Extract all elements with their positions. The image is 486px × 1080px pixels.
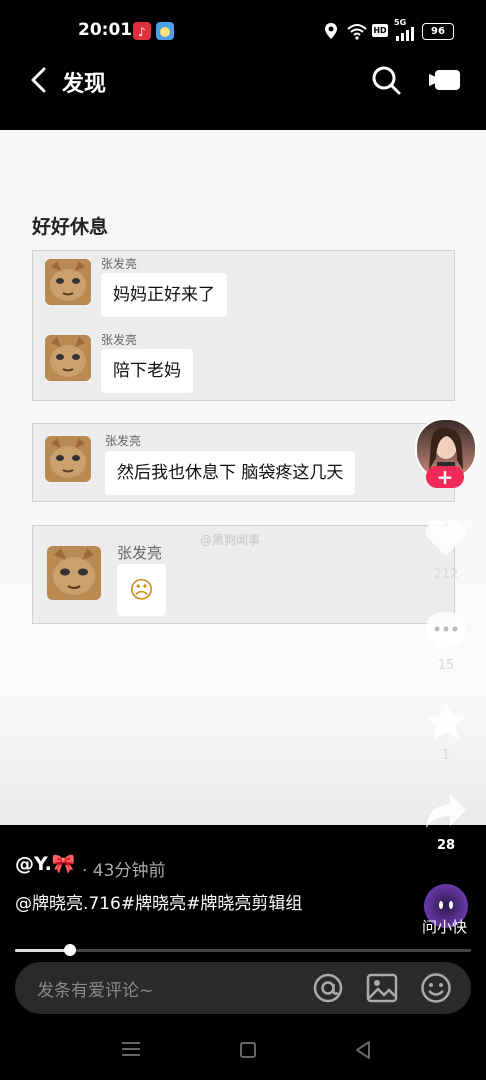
image-button[interactable] (366, 972, 398, 1008)
message-bubble: 然后我也休息下 脑袋疼这几天 (105, 451, 356, 495)
svg-text:♪: ♪ (138, 25, 146, 39)
menu-icon (122, 1042, 140, 1056)
watermark: @黑狗闻事 (200, 533, 261, 547)
status-time: 20:01 (78, 20, 133, 40)
weather-app-icon (156, 22, 174, 40)
share-count: 28 (436, 838, 456, 853)
sender-name: 张发亮 (101, 257, 138, 271)
favorite-button[interactable] (424, 700, 468, 746)
search-icon (372, 66, 401, 95)
post-time: · 43分钟前 (82, 861, 166, 881)
chat-panel: 张发亮 妈妈正好来了 张发亮 陪下老妈 (32, 250, 455, 401)
comment-input[interactable]: 发条有爱评论~ (37, 976, 153, 1001)
chat-panel: 张发亮 然后我也休息下 脑袋疼这几天 (32, 423, 455, 502)
ask-assistant-label[interactable]: 问小快 (422, 916, 467, 937)
post-title: 好好休息 (32, 216, 109, 238)
mention-button[interactable] (312, 972, 344, 1008)
smiley-icon (421, 973, 451, 1003)
like-button[interactable] (424, 518, 468, 562)
message-bubble: 妈妈正好来了 (101, 273, 227, 317)
camera-button[interactable] (428, 68, 462, 96)
comment-count: 15 (437, 658, 455, 673)
page-title: 发现 (62, 72, 107, 97)
hd-badge: HD (372, 24, 388, 37)
avatar (45, 436, 91, 482)
chevron-left-icon (31, 67, 46, 93)
image-icon (366, 973, 398, 1003)
wifi-icon (346, 22, 368, 44)
sender-name: 张发亮 (105, 434, 142, 448)
progress-fill (15, 949, 70, 952)
progress-track[interactable] (15, 949, 471, 952)
progress-knob[interactable] (63, 944, 76, 956)
music-app-icon: ♪ (133, 22, 151, 40)
star-icon (426, 702, 466, 740)
sender-name: 张发亮 (117, 544, 163, 562)
menu-nav-button[interactable] (121, 1040, 141, 1062)
share-arrow-icon (426, 794, 466, 828)
video-camera-icon (429, 70, 460, 90)
search-button[interactable] (370, 64, 402, 100)
signal-icon (396, 26, 414, 45)
message-bubble: 陪下老妈 (101, 349, 193, 393)
emoji-button[interactable] (420, 972, 452, 1008)
home-square-icon (240, 1042, 256, 1058)
avatar (45, 335, 91, 381)
follow-button[interactable]: + (426, 466, 464, 488)
sender-name: 张发亮 (101, 333, 138, 347)
back-nav-button[interactable] (354, 1040, 372, 1064)
post-caption[interactable]: @牌晓亮.716#牌晓亮#牌晓亮剪辑组 (15, 890, 345, 919)
battery-icon: 96 (422, 23, 454, 40)
home-nav-button[interactable] (239, 1041, 257, 1063)
comment-button[interactable] (424, 610, 468, 656)
emoji-bubble: ☹ (117, 564, 167, 616)
like-count: 212 (433, 567, 459, 582)
heart-icon (425, 520, 467, 556)
back-button[interactable] (28, 66, 50, 98)
share-button[interactable] (424, 792, 468, 834)
back-triangle-icon (356, 1041, 370, 1059)
at-icon (313, 973, 343, 1003)
favorite-count: 1 (441, 748, 451, 763)
author-username[interactable]: @Y.🎀 (15, 852, 76, 875)
avatar (47, 546, 101, 600)
avatar (45, 259, 91, 305)
comment-icon (426, 612, 466, 651)
location-icon (324, 22, 338, 44)
